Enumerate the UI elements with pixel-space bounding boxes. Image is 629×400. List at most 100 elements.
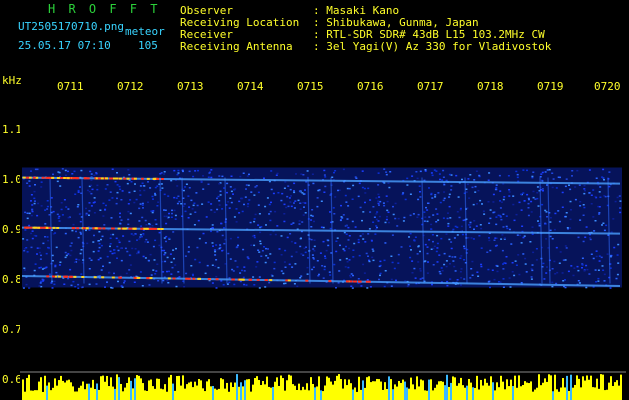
bottom-bar [598,388,600,400]
noise-dot [79,186,81,188]
noise-dot [582,240,585,243]
bottom-bar [208,379,210,400]
noise-dot [367,255,369,257]
noise-dot [164,252,167,254]
bottom-bar [344,379,346,400]
noise-dot [551,238,554,240]
bottom-bar [396,386,398,400]
noise-dot [541,188,544,190]
bottom-bar [172,383,174,400]
noise-dot [51,287,54,289]
noise-dot [397,253,400,256]
noise-dot [310,238,313,241]
noise-dot [119,188,122,191]
noise-dot [424,216,427,218]
noise-dot [172,231,175,233]
location-value: : Shibukawa, Gunma, Japan [313,16,479,29]
bottom-bar [432,390,434,400]
app-title: H R O F F T [48,2,161,16]
noise-dot [288,263,291,266]
noise-dot [603,273,606,276]
noise-dot [536,192,539,194]
noise-dot [150,274,153,276]
noise-dot [411,272,414,274]
bottom-bar [320,390,322,400]
noise-dot [597,269,600,271]
noise-dot [93,234,95,237]
noise-dot [523,200,526,202]
noise-dot [427,202,429,204]
image-filename: UT2505170710.png [18,20,124,33]
noise-dot [403,216,406,219]
noise-dot [476,271,479,273]
noise-dot [564,215,567,218]
noise-dot [189,213,192,215]
bottom-bar [464,387,466,400]
noise-dot [475,225,478,227]
noise-dot [176,173,179,176]
noise-dot [436,261,439,263]
noise-dot [100,244,103,247]
noise-dot [324,257,327,259]
noise-dot [392,213,395,216]
bottom-bar [616,380,618,400]
noise-dot [217,195,220,198]
bottom-bar [54,378,56,400]
noise-dot [322,277,325,279]
band-hotspot [167,277,171,280]
noise-dot [44,223,47,225]
noise-dot [31,237,34,240]
noise-dot [163,237,166,239]
noise-dot [472,238,475,240]
noise-dot [196,246,199,249]
noise-dot [351,220,354,223]
noise-dot [119,223,122,225]
noise-dot [598,255,601,257]
noise-dot [293,283,296,285]
noise-dot [156,263,159,265]
noise-dot [489,217,492,220]
bottom-bar [270,387,272,400]
noise-dot [409,245,411,247]
noise-dot [526,169,528,172]
noise-dot [289,201,292,203]
noise-dot [167,195,170,197]
noise-dot [466,183,469,186]
bottom-bar [146,390,148,400]
noise-dot [522,192,525,194]
noise-dot [520,193,523,196]
noise-dot [154,194,157,196]
noise-dot [542,190,544,192]
noise-dot [393,267,396,270]
noise-dot [532,190,535,193]
band-hotspot [248,278,252,281]
noise-dot [210,209,213,211]
band-hotspot [47,176,51,179]
noise-dot [546,216,548,218]
noise-dot [235,208,238,210]
bottom-bar [24,391,26,400]
noise-dot [44,236,46,238]
noise-dot [359,206,362,209]
noise-dot [409,256,412,259]
bottom-bar [556,389,558,400]
noise-dot [469,226,472,228]
bottom-bar [200,380,202,400]
noise-dot [249,221,252,224]
noise-dot [480,227,483,230]
noise-dot [28,224,31,227]
observer-value: : Masaki Kano [313,4,400,17]
noise-dot [537,205,540,207]
noise-dot [219,244,222,246]
noise-dot [79,231,82,234]
noise-dot [433,169,436,171]
noise-dot [619,211,622,214]
noise-dot [237,244,239,247]
noise-dot [154,273,157,275]
noise-dot [597,280,600,282]
noise-dot [128,240,131,243]
noise-dot [115,237,118,240]
noise-dot [323,191,326,193]
noise-dot [278,248,281,250]
bottom-bar [480,379,482,400]
